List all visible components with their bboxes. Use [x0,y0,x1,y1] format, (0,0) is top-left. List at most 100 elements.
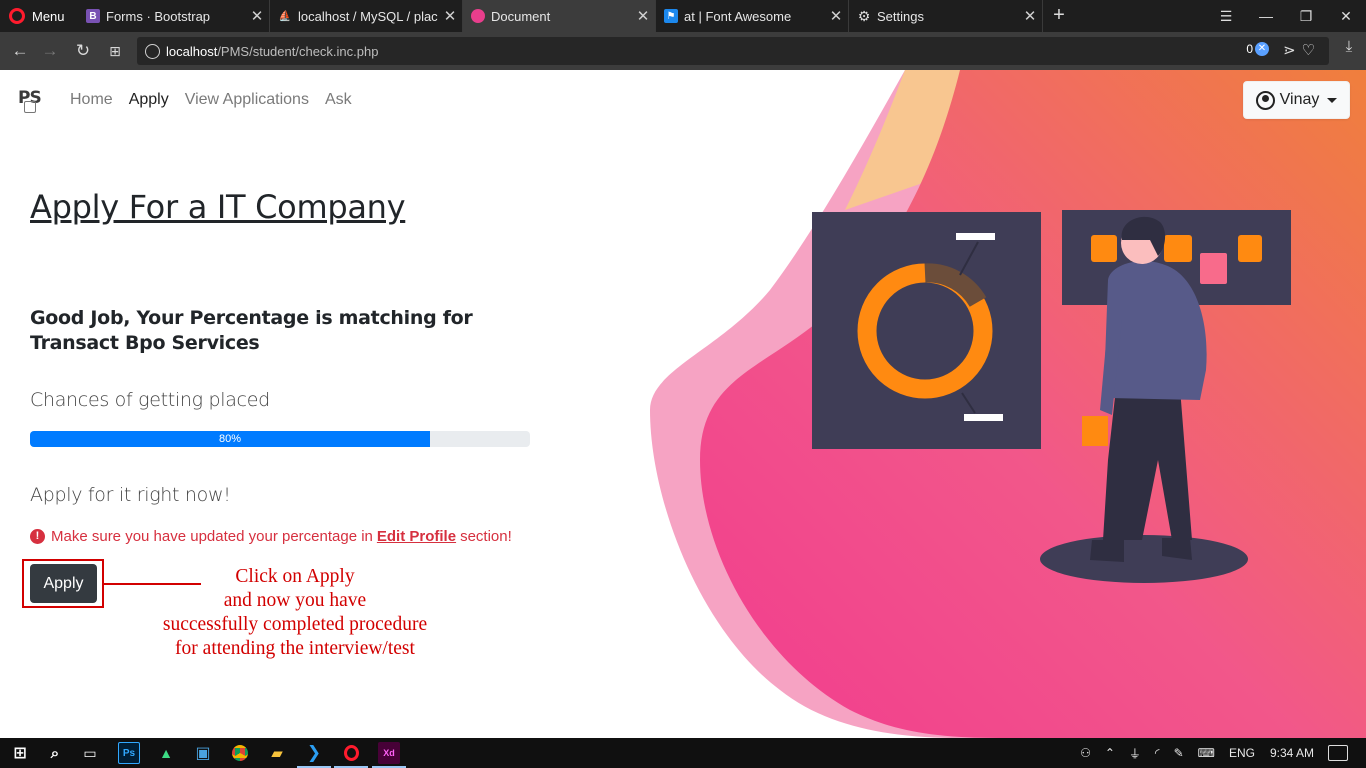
timeline-pill [1164,235,1192,262]
exclamation-circle-icon: ! [30,529,45,544]
tab-label: at | Font Awesome [684,8,792,24]
download-icon[interactable]: ⤓ [1338,38,1360,62]
url-text: localhost/PMS/student/check.inc.php [166,44,378,59]
progress-bar-fill: 80% [30,431,430,447]
timeline-pill-pink [1200,253,1227,284]
opera-icon[interactable] [334,742,368,768]
held-card [1082,416,1108,446]
chevron-up-icon[interactable]: ⌃ [1105,746,1115,760]
new-tab-button[interactable]: + [1048,4,1070,28]
search-icon[interactable]: ⌕ [44,742,66,764]
close-icon[interactable]: ✕ [1018,7,1042,25]
snapshot-icon[interactable]: ⋗ [1283,42,1302,59]
photoshop-icon[interactable]: Ps [118,742,140,764]
close-icon[interactable]: ✕ [824,7,848,25]
pen-icon[interactable]: ✎ [1174,746,1184,760]
tab-label: Document [491,8,551,24]
clock[interactable]: 9:34 AM [1270,746,1314,760]
browser-tab-bar: Menu B Forms · Bootstrap ✕ ⛵ localhost /… [0,0,1366,32]
tab-settings[interactable]: ⚙ Settings ✕ [849,0,1043,32]
callout-line-text: Click on Apply [235,566,355,587]
edit-profile-link[interactable]: Edit Profile [377,528,456,545]
address-toolbar: ← → ↻ ⊞ localhost/PMS/student/check.inc.… [0,32,1366,70]
web-page: PS Home Apply View Applications Ask Vina… [0,70,1366,738]
url-path: /PMS/student/check.inc.php [217,43,379,59]
main-nav: Home Apply View Applications Ask [62,91,360,109]
dashboard-label-bar [956,233,995,240]
language-indicator[interactable]: ENG [1229,746,1255,760]
callout-annotation: Click on Apply and now you have successf… [120,565,470,661]
apply-button[interactable]: Apply [30,564,97,603]
bootstrap-icon: B [86,9,100,23]
menu-label: Menu [32,8,65,24]
close-icon[interactable]: ✕ [631,7,655,25]
windows-start-icon[interactable]: ⊞ [9,742,31,764]
timeline-pill [1091,235,1117,262]
opera-menu-button[interactable]: Menu [0,0,72,32]
font-awesome-flag-icon: ⚑ [664,9,678,23]
chrome-icon[interactable] [229,742,251,764]
match-message-line: Good Job, Your Percentage is matching fo… [30,307,473,329]
apply-now-text: Apply for it right now! [30,484,231,506]
keyboard-icon[interactable]: ⌨ [1198,746,1215,760]
user-circle-icon [1255,90,1275,110]
android-studio-icon[interactable]: ▲ [155,742,177,764]
tab-menu-icon[interactable]: ☰ [1206,0,1246,32]
tab-document[interactable]: Document ✕ [463,0,656,32]
nav-home[interactable]: Home [62,91,121,109]
opera-logo-icon [9,8,25,24]
tab-phpmyadmin[interactable]: ⛵ localhost / MySQL / placement ✕ [270,0,463,32]
chance-label: Chances of getting placed [30,389,270,411]
tab-label: localhost / MySQL / placement [298,8,438,24]
people-icon[interactable]: ⚇ [1080,746,1091,760]
nav-apply[interactable]: Apply [121,91,177,109]
close-icon[interactable]: ✕ [245,7,269,25]
adblock-counter[interactable]: 0 ✕ [1246,42,1269,56]
globe-icon [145,43,160,59]
tab-bootstrap[interactable]: B Forms · Bootstrap ✕ [78,0,270,32]
caret-down-icon [1327,97,1338,103]
adblock-shield-icon: ✕ [1255,42,1269,56]
speed-dial-grid-icon[interactable]: ⊞ [103,39,127,63]
adobe-xd-icon[interactable]: Xd [372,742,406,768]
dashboard-card [812,212,1041,449]
notification-center-icon[interactable] [1328,745,1348,761]
monitor-icon[interactable]: ▣ [192,742,214,764]
wifi-icon[interactable]: ◜ [1155,746,1160,760]
page-title: Apply For a IT Company [30,188,406,226]
timeline-pill [1238,235,1262,262]
windows-taskbar: ⊞ ⌕ ▭ Ps ▲ ▣ ▰ ❯ Xd ⚇ ⌃ ⏚ ◜ ✎ ⌨ ENG 9:34… [0,738,1366,768]
user-dropdown-button[interactable]: Vinay [1243,81,1350,119]
reload-icon[interactable]: ↻ [71,39,95,63]
task-view-icon[interactable]: ▭ [79,742,101,764]
warning-text-end: section! [460,528,512,545]
power-plug-icon[interactable]: ⏚ [1129,745,1141,762]
close-window-button[interactable]: ✕ [1326,0,1366,32]
company-name: Transact Bpo Services [30,332,260,354]
close-icon[interactable]: ✕ [438,7,462,25]
vscode-icon[interactable]: ❯ [297,742,331,768]
tab-label: Forms · Bootstrap [106,8,211,24]
warning-text: Make sure you have updated your percenta… [51,528,373,545]
heart-icon[interactable]: ♡ [1302,42,1321,59]
nav-view-applications[interactable]: View Applications [177,91,317,109]
restore-button[interactable]: ❐ [1286,0,1326,32]
adblock-count: 0 [1246,42,1253,56]
callout-line-text: and now you have [223,590,367,611]
gear-icon: ⚙ [857,7,871,24]
file-explorer-icon[interactable]: ▰ [266,742,288,764]
user-name: Vinay [1279,91,1320,108]
tab-font-awesome[interactable]: ⚑ at | Font Awesome ✕ [656,0,849,32]
minimize-button[interactable]: — [1246,0,1286,32]
person-shoe [1090,540,1124,562]
system-tray: ⚇ ⌃ ⏚ ◜ ✎ ⌨ ENG 9:34 AM [1073,738,1366,768]
forward-arrow-icon[interactable]: → [38,39,62,63]
placement-progress: 80% [30,431,530,447]
back-arrow-icon[interactable]: ← [8,39,32,63]
match-message: Good Job, Your Percentage is matching fo… [30,306,473,356]
brand-logo[interactable]: PS [18,88,46,116]
nav-ask[interactable]: Ask [317,91,360,109]
url-actions: ⋗♡ [1283,41,1321,59]
brand-mark-icon [24,101,36,113]
url-field[interactable]: localhost/PMS/student/check.inc.php 0 ✕ ⋗… [137,37,1329,65]
